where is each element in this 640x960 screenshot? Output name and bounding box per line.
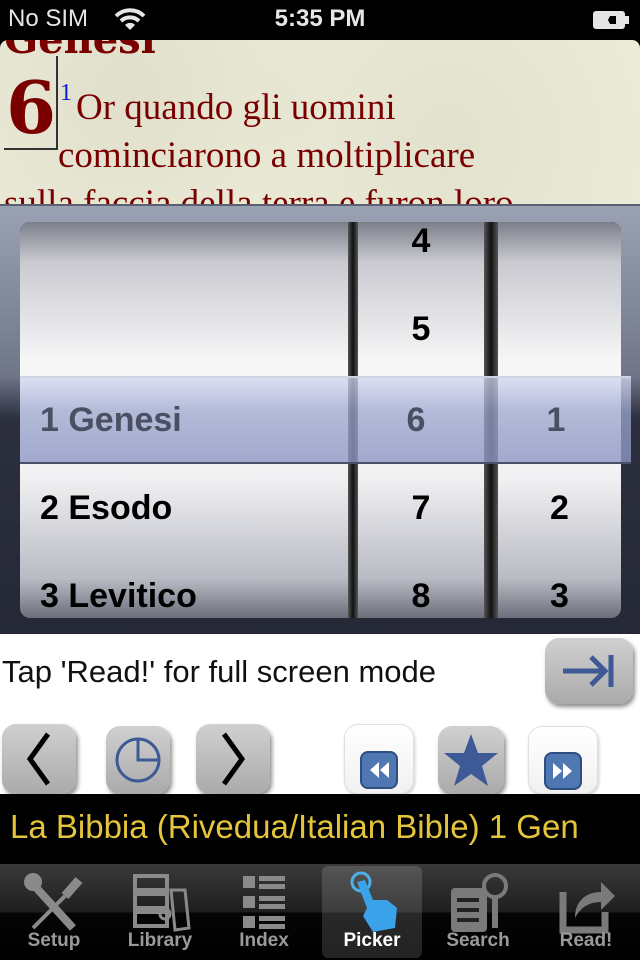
book-option[interactable]: 2 Esodo [20, 464, 348, 552]
list-icon [243, 876, 285, 929]
bible-title: La Bibbia (Rivedua/Italian Bible) 1 Gen [10, 808, 579, 845]
chapter-option[interactable]: 7 [358, 464, 484, 552]
verse-text-line: Or quando gli uomini [76, 87, 396, 128]
tab-label: Picker [343, 930, 401, 951]
verse-option[interactable]: 2 [498, 464, 621, 552]
tap-hand-icon [350, 871, 397, 932]
bible-title-bar: La Bibbia (Rivedua/Italian Bible) 1 Gen [0, 794, 640, 864]
library-icon [133, 874, 191, 932]
book-wheel[interactable]: 2 Esodo 3 Levitico [20, 222, 348, 618]
chapter-option[interactable]: 4 [358, 222, 484, 285]
picker-wheels: 2 Esodo 3 Levitico 4 5 7 8 2 3 [20, 222, 621, 618]
verse-wheel[interactable]: 2 3 [498, 222, 621, 618]
fast-forward-button[interactable] [528, 726, 598, 794]
previous-button[interactable] [2, 724, 76, 794]
tab-label: Setup [27, 930, 81, 951]
tab-label: Library [127, 930, 193, 951]
chapter-wheel[interactable]: 4 5 7 8 [358, 222, 484, 618]
history-button[interactable] [106, 726, 170, 794]
chapter-option[interactable]: 5 [358, 285, 484, 373]
chapter-option[interactable]: 8 [358, 552, 484, 618]
wheel-separator [348, 222, 358, 618]
tab-label: Search [446, 930, 510, 951]
wheel-separator [484, 222, 498, 618]
reference-picker: 2 Esodo 3 Levitico 4 5 7 8 2 3 1 Genesi … [0, 204, 640, 634]
tab-label: Read! [559, 930, 613, 951]
tab-label: Index [239, 930, 289, 951]
clock-time: 5:35 PM [274, 5, 366, 32]
scripture-reader[interactable]: Genesi 6 1 Or quando gli uomini comincia… [0, 40, 640, 204]
fast-forward-icon [544, 752, 582, 790]
tab-index[interactable]: Index [214, 866, 314, 958]
favorite-button[interactable] [438, 726, 504, 794]
verse-text-line: cominciarono a moltiplicare [58, 135, 476, 176]
search-document-icon [451, 873, 508, 932]
chevron-right-icon [221, 732, 246, 786]
controls-panel: Tap 'Read!' for full screen mode [0, 634, 640, 794]
hint-text: Tap 'Read!' for full screen mode [2, 654, 436, 689]
tab-picker[interactable]: Picker [322, 866, 422, 958]
next-button[interactable] [196, 724, 270, 794]
tab-bar: Setup Library Index Picker Search Read! [0, 864, 640, 960]
star-icon [444, 734, 498, 786]
tab-read[interactable]: Read! [536, 866, 636, 958]
book-option[interactable]: 3 Levitico [20, 552, 348, 618]
verse-text-line: sulla faccia della terra e furon loro [4, 183, 514, 204]
status-bar: No SIM 5:35 PM [0, 0, 640, 40]
tab-library[interactable]: Library [110, 866, 210, 958]
tab-search[interactable]: Search [428, 866, 528, 958]
rewind-icon [360, 751, 398, 789]
verse-option[interactable]: 3 [498, 552, 621, 618]
tab-setup[interactable]: Setup [4, 866, 104, 958]
chevron-left-icon [26, 732, 51, 786]
arrow-to-end-icon [563, 655, 614, 687]
verse-number[interactable]: 1 [60, 80, 72, 107]
chapter-number: 6 [6, 65, 57, 150]
read-fullscreen-button[interactable] [545, 638, 633, 704]
clock-icon [115, 737, 161, 783]
battery-charging-icon [593, 11, 629, 29]
rewind-button[interactable] [344, 724, 414, 794]
wrench-screwdriver-icon [24, 873, 83, 931]
share-arrow-icon [559, 882, 615, 934]
